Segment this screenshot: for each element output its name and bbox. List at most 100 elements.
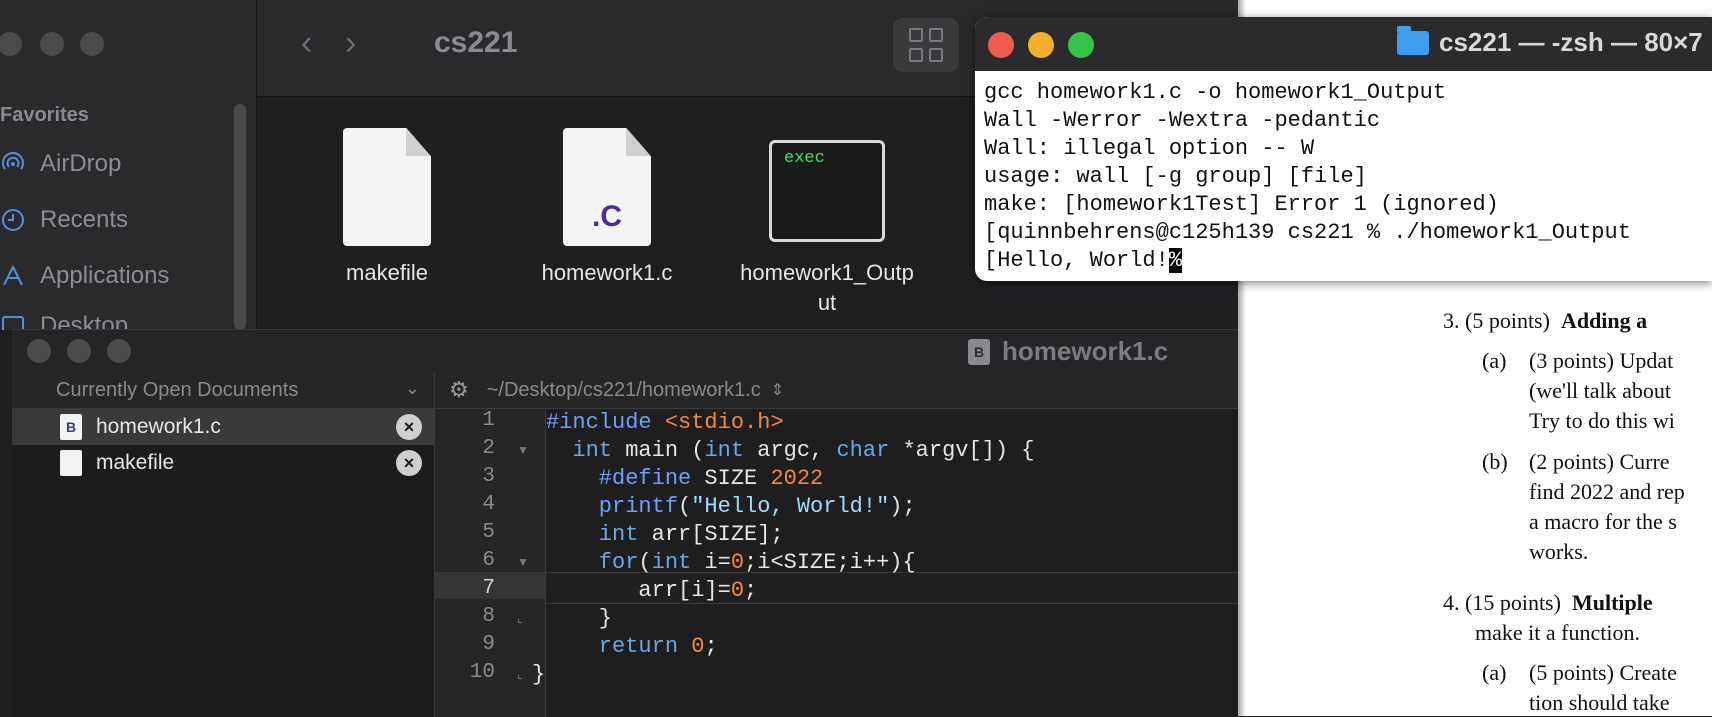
code-line-3: #define SIZE 2022 [546, 466, 824, 491]
sidebar-item-label: AirDrop [40, 150, 122, 177]
terminal-minimize-button[interactable] [1028, 32, 1054, 58]
fold-end-icon: ⌞ [517, 667, 523, 681]
terminal-line: [Hello, World!% [984, 248, 1183, 273]
finder-window-title: cs221 [434, 26, 518, 59]
terminal-line: make: [homework1Test] Error 1 (ignored) [984, 192, 1499, 217]
code-editor[interactable]: #include <stdio.h> int main (int argc, c… [532, 409, 1238, 717]
code-line-5: int arr[SIZE]; [546, 522, 784, 547]
terminal-window[interactable]: cs221 — -zsh — 80×7 gcc homework1.c -o h… [975, 17, 1712, 281]
line-number: 4 [482, 493, 495, 516]
editor-titlebar: B homework1.c [12, 330, 1238, 372]
airdrop-icon [0, 151, 26, 177]
pdf-q3b-label: (b) [1482, 449, 1508, 474]
editor-zoom-button[interactable] [107, 339, 131, 363]
code-line-6: for(int i=0;i<SIZE;i++){ [546, 550, 916, 575]
icon-view-button[interactable] [893, 18, 959, 72]
file-homework1-c[interactable]: .C homework1.c [507, 128, 707, 288]
editor-minimize-button[interactable] [67, 339, 91, 363]
favorites-label: Favorites [0, 104, 89, 126]
finder-close-button[interactable] [0, 32, 22, 56]
line-number: 3 [482, 465, 495, 488]
c-source-icon: .C [563, 128, 651, 246]
pdf-q3b-line2: find 2022 and rep [1529, 479, 1685, 504]
finder-sidebar: Favorites AirDrop Recents Applications D… [0, 0, 257, 330]
pdf-q3b-line4: works. [1529, 539, 1589, 564]
pdf-q3b-line3: a macro for the s [1529, 509, 1677, 534]
sidebar-item-desktop[interactable]: Desktop [0, 312, 128, 330]
close-document-icon[interactable]: × [396, 450, 422, 476]
finder-zoom-button[interactable] [80, 32, 104, 56]
code-line-2: int main (int argc, char *argv[]) { [546, 438, 1035, 463]
close-document-icon[interactable]: × [396, 414, 422, 440]
pdf-q3a-line2: (we'll talk about [1529, 378, 1672, 403]
fold-triangle-icon[interactable]: ▼ [517, 443, 529, 457]
file-makefile[interactable]: makefile [287, 128, 487, 288]
code-line-4: printf("Hello, World!"); [546, 494, 916, 519]
document-name: homework1.c [96, 415, 221, 438]
updown-chevron-icon: ⇕ [770, 382, 785, 399]
terminal-line: Wall -Werror -Wextra -pedantic [984, 108, 1381, 133]
terminal-title: cs221 — -zsh — 80×7 [1397, 25, 1703, 58]
code-line-7: arr[i]=0; [546, 578, 758, 603]
open-documents-header[interactable]: Currently Open Documents ⌄ [12, 372, 434, 409]
finder-minimize-button[interactable] [40, 32, 64, 56]
editor-close-button[interactable] [27, 339, 51, 363]
sidebar-item-label: Desktop [40, 312, 129, 330]
document-item-makefile[interactable]: makefile × [12, 445, 434, 481]
fold-triangle-icon[interactable]: ▼ [517, 555, 529, 569]
line-number: 1 [482, 409, 495, 432]
line-number: 6 [482, 549, 495, 572]
pdf-q4a-line1: (5 points) Create [1529, 660, 1677, 685]
sidebar-item-recents[interactable]: Recents [0, 200, 128, 240]
line-number: 7 [482, 577, 495, 600]
code-line-9: return 0; [546, 634, 718, 659]
editor-title: B homework1.c [968, 336, 1168, 367]
terminal-close-button[interactable] [988, 32, 1014, 58]
file-name: homework1_Outp ut [740, 260, 914, 315]
document-icon [343, 128, 431, 246]
pdf-q3a-label: (a) [1482, 348, 1507, 373]
open-documents-panel: Currently Open Documents ⌄ B homework1.c… [12, 372, 435, 717]
terminal-output: gcc homework1.c -o homework1_Output Wall… [984, 79, 1631, 275]
pdf-q4-heading: 4. (15 points) Multiple [1443, 590, 1653, 615]
document-name: makefile [96, 451, 175, 474]
exec-icon: exec [769, 140, 885, 242]
bbedit-file-icon: B [60, 414, 82, 440]
pdf-q3-heading: 3. (5 points) Adding a [1443, 308, 1648, 333]
clock-icon [0, 207, 26, 233]
sidebar-item-airdrop[interactable]: AirDrop [0, 144, 121, 184]
line-number: 9 [482, 633, 495, 656]
line-number: 8 [482, 605, 495, 628]
line-number: 2 [482, 437, 495, 460]
file-name: makefile [346, 260, 428, 285]
terminal-zoom-button[interactable] [1068, 32, 1094, 58]
chevron-down-icon: ⌄ [404, 378, 420, 398]
editor-window: B homework1.c Currently Open Documents ⌄… [12, 329, 1238, 717]
document-item-homework1-c[interactable]: B homework1.c × [12, 409, 434, 445]
sidebar-item-label: Applications [40, 262, 170, 289]
terminal-line: Wall: illegal option -- W [984, 136, 1315, 161]
pdf-q4-line2: make it a function. [1475, 620, 1640, 645]
code-line-1: #include <stdio.h> [546, 410, 784, 435]
sidebar-item-applications[interactable]: Applications [0, 256, 169, 296]
pdf-q3a-line1: (3 points) Updat [1529, 348, 1674, 373]
terminal-line: gcc homework1.c -o homework1_Output [984, 80, 1447, 105]
editor-path-bar[interactable]: ⚙ ~/Desktop/cs221/homework1.c ⇕ [435, 372, 1238, 409]
file-homework1-output[interactable]: exec homework1_Outp ut [727, 130, 927, 318]
line-number: 5 [482, 521, 495, 544]
line-number: 10 [469, 661, 495, 684]
pdf-q4a-line2: tion should take [1529, 690, 1670, 715]
pdf-q3b-line1: (2 points) Curre [1529, 449, 1670, 474]
gear-icon[interactable]: ⚙ [449, 377, 469, 403]
file-path: ~/Desktop/cs221/homework1.c [486, 378, 761, 401]
sidebar-item-label: Recents [40, 206, 129, 233]
code-line-8: } [546, 606, 613, 631]
folder-icon [1397, 25, 1429, 55]
line-number-gutter: 1 2 3 4 5 6 7 8 9 10 ▼ ▼ ⌞ ⌞ [435, 409, 546, 717]
terminal-cursor: % [1168, 248, 1183, 273]
bbedit-file-icon: B [968, 338, 990, 365]
document-icon [60, 450, 82, 476]
back-chevron-icon[interactable]: ‹ [301, 24, 312, 63]
sidebar-scrollbar[interactable] [234, 104, 246, 330]
forward-chevron-icon[interactable]: › [345, 24, 356, 63]
